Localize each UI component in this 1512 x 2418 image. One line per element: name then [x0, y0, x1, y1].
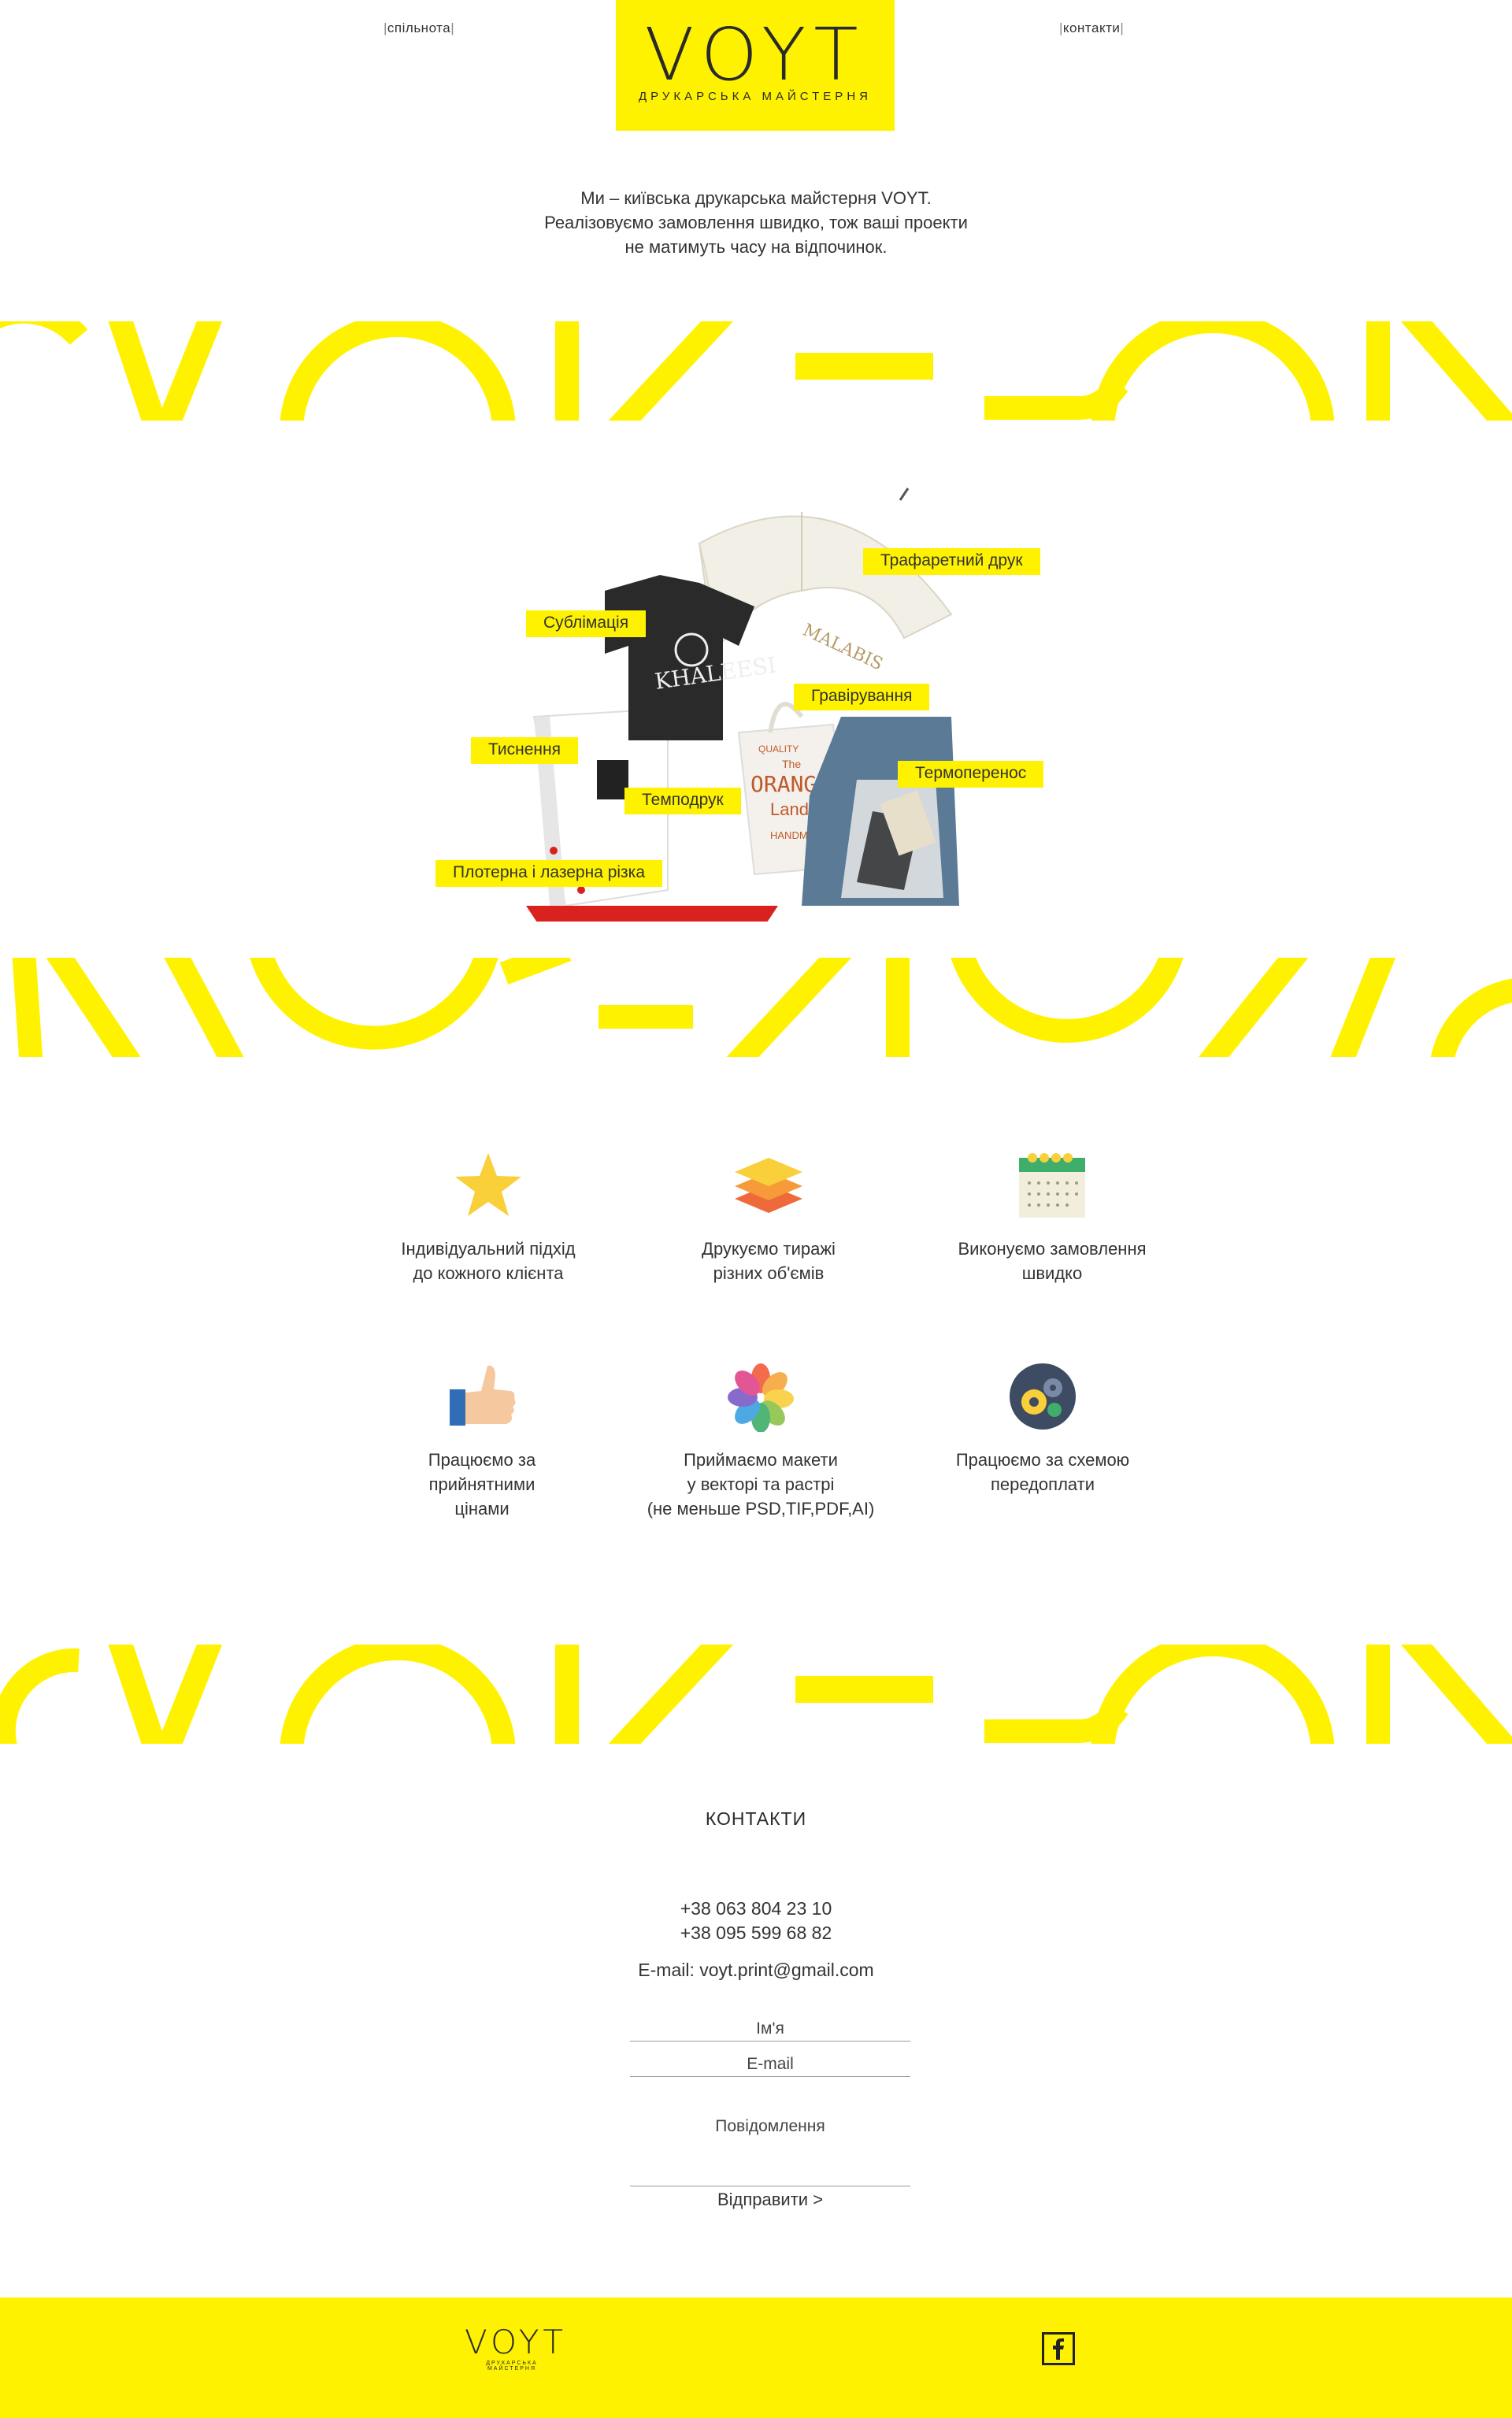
decorative-band-top [0, 321, 1512, 421]
tag-pad-printing: Темподрук [624, 788, 741, 814]
feature-text: Працюємо за прийнятними цінами [428, 1450, 536, 1519]
phone-1[interactable]: +38 063 804 23 10 [598, 1898, 914, 1919]
contacts-title: КОНТАКТИ [705, 1808, 807, 1829]
message-placeholder: Повідомлення [715, 2117, 825, 2135]
intro-line-3: не матимуть часу на відпочинок. [624, 237, 888, 257]
feature-individual: Індивідуальний підхід до кожного клієнта [354, 1150, 622, 1285]
intro-text: Ми – київська друкарська майстерня VOYT.… [441, 186, 1071, 259]
tag-thermal-transfer: Термоперенос [898, 761, 1044, 788]
thumbs-up-icon [447, 1361, 517, 1432]
email-field[interactable]: E-mail [630, 2055, 910, 2077]
logo-word: VOYT [644, 13, 866, 97]
phone-2[interactable]: +38 095 599 68 82 [598, 1923, 914, 1944]
intro-line-1: Ми – київська друкарська майстерня VOYT. [580, 188, 932, 208]
decorative-band-bottom [0, 1645, 1512, 1744]
star-icon [453, 1150, 524, 1221]
calendar-icon [1017, 1150, 1088, 1221]
bag-print-2: The [782, 758, 801, 770]
feature-prices: Працюємо за прийнятними цінами [348, 1361, 616, 1521]
services-hero: MALABIS KHALEESI QUALITY The ORANGE Land… [432, 480, 1077, 929]
tag-plotter-laser-cutting: Плотерна і лазерна різка [435, 860, 663, 887]
footer-logo-word: VOYT [465, 2323, 568, 2361]
message-field[interactable]: Повідомлення [630, 2117, 910, 2186]
feature-fast: Виконуємо замовлення швидко [918, 1150, 1186, 1285]
tag-engraving: Гравірування [794, 684, 930, 710]
nav-community-label: спільнота [387, 20, 451, 35]
gears-icon [1007, 1361, 1078, 1432]
decorative-band-middle [0, 958, 1512, 1057]
footer-logo[interactable]: VOYT ДРУКАРСЬКА МАЙСТЕРНЯ [465, 2323, 568, 2372]
name-field[interactable]: Ім'я [630, 2019, 910, 2042]
footer-logo-subtitle: ДРУКАРСЬКА МАЙСТЕРНЯ [486, 2361, 538, 2372]
feature-text: Приймаємо макети у векторі та растрі (не… [647, 1450, 875, 1519]
logo-subtitle: ДРУКАРСЬКА МАЙСТЕРНЯ [639, 90, 872, 103]
submit-button[interactable]: Відправити > [630, 2190, 910, 2210]
logo[interactable]: VOYT ДРУКАРСЬКА МАЙСТЕРНЯ [616, 0, 895, 131]
feature-text: Друкуємо тиражі різних об'ємів [702, 1239, 836, 1283]
nav-contacts-label: контакти [1062, 20, 1121, 35]
footer: VOYT ДРУКАРСЬКА МАЙСТЕРНЯ [0, 2297, 1512, 2418]
feature-text: Індивідуальний підхід до кожного клієнта [401, 1239, 576, 1283]
email-link[interactable]: E-mail: voyt.print@gmail.com [598, 1960, 914, 1981]
bag-print-4: Land [770, 799, 809, 819]
feature-prepayment: Працюємо за схемою передоплати [909, 1361, 1177, 1496]
color-wheel-icon [725, 1361, 796, 1433]
bag-print-1: QUALITY [758, 744, 799, 755]
layers-icon [733, 1150, 804, 1221]
feature-volumes: Друкуємо тиражі різних об'ємів [635, 1150, 902, 1285]
nav-link-contacts[interactable]: |контакти| [1059, 20, 1124, 36]
tag-sublimation: Сублімація [526, 610, 647, 637]
tag-screen-printing: Трафаретний друк [863, 548, 1040, 575]
products-illustration: MALABIS KHALEESI QUALITY The ORANGE Land… [526, 488, 959, 929]
feature-layouts: Приймаємо макети у векторі та растрі (не… [627, 1361, 895, 1521]
intro-line-2: Реалізовуємо замовлення швидко, тож ваші… [544, 213, 968, 232]
feature-text: Працюємо за схемою передоплати [955, 1450, 1130, 1494]
nav-link-community[interactable]: |спільнота| [384, 20, 454, 36]
umbrella-print: MALABIS [799, 621, 885, 675]
facebook-icon[interactable] [1042, 2332, 1075, 2365]
feature-text: Виконуємо замовлення швидко [958, 1239, 1147, 1283]
tag-embossing: Тиснення [471, 737, 578, 764]
